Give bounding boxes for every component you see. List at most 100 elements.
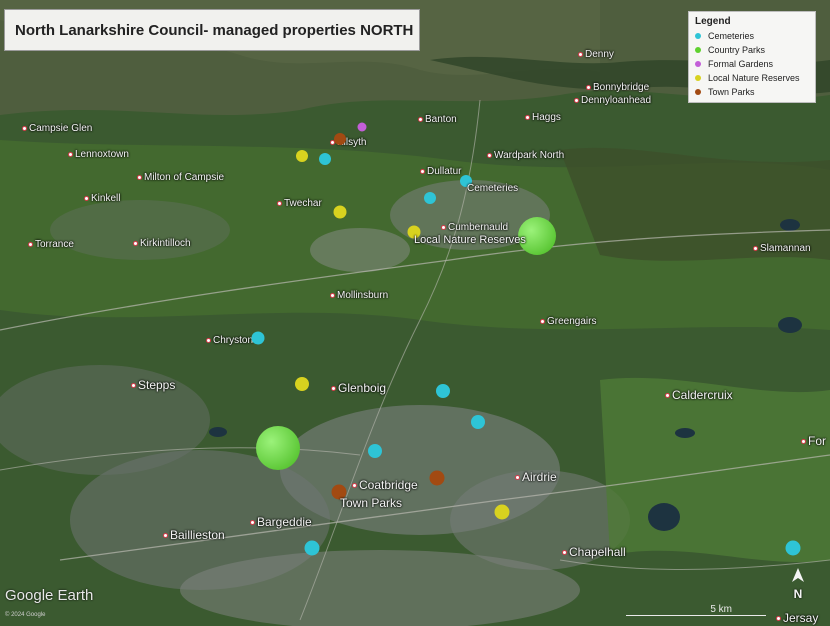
place-marker-icon	[28, 242, 33, 247]
north-arrow-icon	[792, 568, 804, 582]
place-dennyloanhead[interactable]: Dennyloanhead	[574, 95, 651, 106]
local-nature-reserve-marker[interactable]	[333, 205, 347, 219]
place-marker-icon	[420, 169, 425, 174]
cemetery-marker[interactable]	[368, 444, 382, 458]
legend-item-country-parks: Country Parks	[695, 43, 809, 57]
scale-bar: 5 km	[626, 604, 766, 618]
legend-item-local-nature-reserves: Local Nature Reserves	[695, 71, 809, 85]
place-greengairs[interactable]: Greengairs	[540, 316, 596, 327]
place-marker-icon	[487, 153, 492, 158]
place-marker-icon	[84, 196, 89, 201]
place-marker-icon	[131, 382, 136, 388]
legend-label: Country Parks	[708, 45, 766, 55]
place-milton-of-campsie[interactable]: Milton of Campsie	[137, 172, 224, 183]
place-baillieston[interactable]: Baillieston	[163, 528, 225, 542]
place-banton[interactable]: Banton	[418, 114, 457, 125]
place-chryston[interactable]: Chryston	[206, 335, 253, 346]
place-marker-icon	[753, 246, 758, 251]
label-local-nature-reserves: Local Nature Reserves	[414, 234, 526, 246]
place-marker-icon	[68, 152, 73, 157]
legend-label: Town Parks	[708, 87, 755, 97]
place-stepps[interactable]: Stepps	[131, 378, 175, 392]
local-nature-reserve-marker[interactable]	[296, 150, 308, 162]
place-marker-icon	[418, 117, 423, 122]
place-kirkintilloch[interactable]: Kirkintilloch	[133, 238, 191, 249]
map-title: North Lanarkshire Council- managed prope…	[4, 9, 420, 51]
legend-label: Local Nature Reserves	[708, 73, 800, 83]
town-park-marker[interactable]	[429, 470, 445, 486]
place-marker-icon	[515, 474, 520, 480]
place-airdrie[interactable]: Airdrie	[515, 470, 557, 484]
legend-label: Cemeteries	[708, 31, 755, 41]
place-marker-icon	[250, 519, 255, 525]
cemetery-marker[interactable]	[436, 384, 450, 398]
cemetery-marker[interactable]	[304, 540, 320, 556]
place-dullatur[interactable]: Dullatur	[420, 166, 461, 177]
place-lennoxtown[interactable]: Lennoxtown	[68, 149, 129, 160]
legend: Legend Cemeteries Country Parks Formal G…	[688, 11, 816, 103]
place-mollinsburn[interactable]: Mollinsburn	[330, 290, 388, 301]
place-marker-icon	[801, 438, 806, 444]
north-arrow[interactable]: N	[788, 568, 808, 604]
place-marker-icon	[331, 385, 336, 391]
legend-item-cemeteries: Cemeteries	[695, 29, 809, 43]
formal-garden-marker[interactable]	[357, 122, 367, 132]
copyright-notice: © 2024 Google	[5, 612, 46, 618]
legend-item-formal-gardens: Formal Gardens	[695, 57, 809, 71]
place-bargeddie[interactable]: Bargeddie	[250, 515, 312, 529]
place-campsie-glen[interactable]: Campsie Glen	[22, 123, 92, 134]
place-bonnybridge[interactable]: Bonnybridge	[586, 82, 649, 93]
local-nature-reserve-marker[interactable]	[295, 377, 309, 391]
place-marker-icon	[163, 532, 168, 538]
cemetery-marker[interactable]	[319, 153, 331, 165]
label-town-parks: Town Parks	[340, 496, 403, 510]
google-earth-watermark: Google Earth	[5, 587, 94, 604]
place-marker-icon	[330, 293, 335, 298]
place-slamannan[interactable]: Slamannan	[753, 243, 811, 254]
cemetery-marker[interactable]	[424, 192, 436, 204]
local-nature-reserve-marker[interactable]	[494, 504, 510, 520]
place-marker-icon	[665, 392, 670, 398]
place-cumbernauld[interactable]: Cumbernauld	[441, 222, 508, 233]
place-marker-icon	[540, 319, 545, 324]
scale-label: 5 km	[710, 604, 732, 615]
town-park-marker[interactable]	[334, 133, 346, 145]
cemetery-marker[interactable]	[251, 331, 265, 345]
place-coatbridge[interactable]: Coatbridge	[352, 478, 418, 492]
legend-label: Formal Gardens	[708, 59, 774, 69]
place-chapelhall[interactable]: Chapelhall	[562, 545, 626, 559]
place-wardpark-north[interactable]: Wardpark North	[487, 150, 564, 161]
place-marker-icon	[574, 98, 579, 103]
place-haggs[interactable]: Haggs	[525, 112, 561, 123]
place-kinkell[interactable]: Kinkell	[84, 193, 120, 204]
place-marker-icon	[578, 52, 583, 57]
cemetery-marker[interactable]	[785, 540, 801, 556]
place-twechar[interactable]: Twechar	[277, 198, 322, 209]
place-for[interactable]: For	[801, 434, 826, 448]
place-glenboig[interactable]: Glenboig	[331, 381, 386, 395]
place-denny[interactable]: Denny	[578, 49, 614, 60]
place-marker-icon	[22, 126, 27, 131]
place-marker-icon	[562, 549, 567, 555]
legend-swatch-town-parks	[695, 89, 701, 95]
satellite-map[interactable]: North Lanarkshire Council- managed prope…	[0, 0, 830, 626]
north-letter: N	[793, 587, 803, 601]
legend-title: Legend	[695, 16, 731, 27]
legend-swatch-cemeteries	[695, 33, 701, 39]
legend-swatch-local-nature-reserves	[695, 75, 701, 81]
place-marker-icon	[776, 615, 781, 621]
place-marker-icon	[137, 175, 142, 180]
place-marker-icon	[352, 482, 357, 488]
legend-swatch-formal-gardens	[695, 61, 701, 67]
place-torrance[interactable]: Torrance	[28, 239, 74, 250]
place-jersay[interactable]: Jersay	[776, 611, 818, 625]
place-marker-icon	[441, 225, 446, 230]
place-caldercruix[interactable]: Caldercruix	[665, 388, 733, 402]
place-marker-icon	[206, 338, 211, 343]
place-marker-icon	[277, 201, 282, 206]
country-park-marker[interactable]	[256, 426, 300, 470]
legend-item-town-parks: Town Parks	[695, 85, 809, 99]
place-marker-icon	[586, 85, 591, 90]
cemetery-marker[interactable]	[471, 415, 485, 429]
place-marker-icon	[525, 115, 530, 120]
